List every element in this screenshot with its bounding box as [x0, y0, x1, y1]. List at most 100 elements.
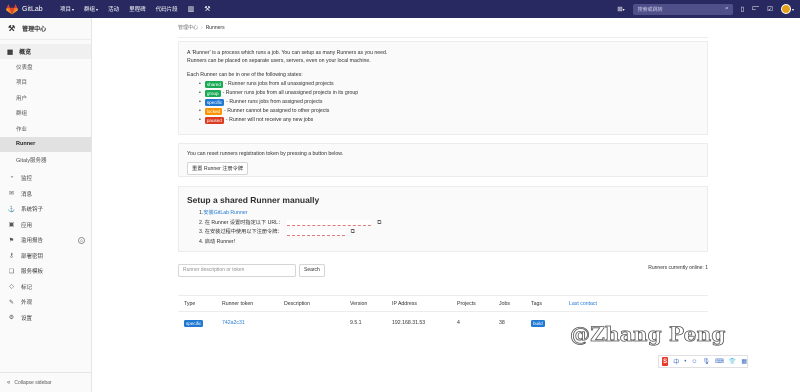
sidebar-item-applications[interactable]: ▣ 应用 [0, 217, 91, 233]
sidebar-item-gitaly[interactable]: Gitaly服务器 [0, 152, 91, 168]
sidebar-item-label: 监控 [21, 176, 33, 183]
sidebar-item-projects[interactable]: 项目 [0, 75, 91, 91]
sidebar-item-dashboard[interactable]: 仪表盘 [0, 59, 91, 75]
sogou-logo-icon[interactable]: S [662, 357, 669, 366]
chinese-mode-icon[interactable]: 中 [673, 357, 679, 366]
nav-snippets[interactable]: 代码片段 [156, 5, 178, 13]
global-search-input[interactable]: 搜索或跳转 ⌕ [632, 3, 733, 15]
nav-groups[interactable]: 群组 ▾ [84, 5, 99, 14]
sidebar-item-messages[interactable]: ✉ 消息 [0, 186, 91, 202]
todo-icon[interactable]: ☑ [767, 5, 773, 13]
sidebar-item-abuse-reports[interactable]: ⚑ 滥用报告 0 [0, 233, 91, 249]
header-version: Version [350, 300, 368, 307]
state-specific: specific- Runner runs jobs from assigned… [199, 98, 699, 107]
merge-request-icon[interactable]: ⫍ [752, 5, 759, 13]
type-badge: specific [184, 319, 204, 327]
state-description: - Runner runs jobs from assigned project… [226, 99, 323, 105]
step-text: 4. 启动 Runner! [199, 238, 236, 245]
nav-projects-label: 项目 [60, 7, 72, 13]
sidebar-context-title: 管理中心 [22, 27, 47, 33]
breadcrumb: 管理中心 › Runners [178, 18, 708, 38]
sidebar-item-settings[interactable]: ⚙ 设置 [0, 310, 91, 326]
sidebar-item-labels[interactable]: ◇ 标记 [0, 279, 91, 295]
mic-icon[interactable]: 🎙 [703, 358, 711, 365]
keyboard-icon[interactable]: ⌨ [715, 358, 724, 365]
sidebar-item-overview[interactable]: ▦ 概览 [0, 44, 91, 59]
breadcrumb-parent[interactable]: 管理中心 [178, 24, 198, 31]
sidebar-item-runners[interactable]: Runner [0, 136, 91, 152]
runners-online-count: Runners currently online: 1 [648, 265, 708, 271]
sidebar-item-label: 标记 [21, 284, 33, 291]
breadcrumb-current[interactable]: Runners [206, 25, 225, 31]
copy-icon[interactable]: ⧉ [351, 228, 355, 238]
nav-activity[interactable]: 活动 [108, 5, 119, 13]
state-tag: shared [204, 81, 223, 88]
collapse-sidebar-button[interactable]: « Collapse sidebar [0, 372, 92, 392]
install-runner-link[interactable]: 安装GitLab Runner [203, 209, 247, 219]
sidebar-item-label: 服务模板 [21, 269, 44, 276]
sidebar-context-header[interactable]: ⚒ 管理中心 [0, 18, 91, 40]
user-menu[interactable]: ▾ [780, 4, 794, 14]
chevron-down-icon: ▾ [96, 6, 99, 12]
reset-token-text: You can reset runners registration token… [187, 151, 344, 157]
setup-step-3: 3. 在安装过程中使用以下注册令牌： ⧉ [199, 228, 699, 238]
state-locked: locked- Runner cannot be assigned to oth… [199, 107, 699, 116]
reset-token-button[interactable]: 重置 Runner 注册令牌 [187, 162, 249, 175]
nav-milestones[interactable]: 里程碑 [129, 5, 146, 13]
sidebar-item-jobs[interactable]: 作业 [0, 121, 91, 137]
collapse-sidebar-label: Collapse sidebar [14, 379, 52, 386]
wrench-icon[interactable]: ⚒ [204, 5, 210, 13]
messages-icon: ✉ [8, 191, 15, 198]
header-token: Runner token [222, 300, 254, 307]
registration-token-field [286, 229, 345, 236]
count-badge: 0 [78, 236, 85, 244]
chart-icon[interactable]: ▥ [188, 5, 195, 13]
brand-name: GitLab [22, 5, 43, 13]
punctuation-icon[interactable]: • [684, 359, 686, 365]
state-description: - Runner runs jobs from all unassigned p… [224, 81, 334, 87]
issues-icon[interactable]: ▯ [741, 5, 745, 13]
sidebar-item-hooks[interactable]: ⚓ 系统钩子 [0, 202, 91, 218]
header-type: Type [184, 300, 196, 307]
search-placeholder: Runner description or token [183, 267, 245, 273]
sidebar-item-service-templates[interactable]: ❏ 服务模板 [0, 264, 91, 280]
shirt-icon[interactable]: 👕 [729, 358, 736, 365]
appearance-icon: ✎ [8, 299, 15, 306]
sidebar-item-groups[interactable]: 群组 [0, 106, 91, 122]
sidebar: ⚒ 管理中心 ▦ 概览 仪表盘 项目 用户 群组 作业 Runner Gital… [0, 18, 92, 392]
key-icon: ⚷ [9, 253, 14, 260]
sidebar-item-label: 概览 [19, 50, 32, 56]
step-text: 3. 在安装过程中使用以下注册令牌： [199, 229, 283, 235]
copy-icon[interactable]: ⧉ [377, 219, 381, 229]
brand[interactable]: GitLab [0, 3, 60, 15]
search-button[interactable]: Search [299, 263, 325, 277]
grid-icon[interactable]: ▦ [741, 358, 747, 365]
sidebar-item-appearance[interactable]: ✎ 外观 [0, 295, 91, 311]
plus-icon[interactable]: ⊞ ▾ [617, 5, 624, 13]
nav-groups-label: 群组 [84, 7, 96, 13]
cell-projects: 4 [457, 320, 460, 326]
nav-projects[interactable]: 项目 ▾ [60, 5, 74, 14]
sidebar-item-label: 滥用报告 [21, 238, 44, 245]
runner-info-box: A 'Runner' is a process which runs a job… [178, 41, 708, 135]
ime-toolbar: S 中 • ☺ 🎙 ⌨ 👕 ▦ [658, 355, 748, 368]
sidebar-item-monitoring[interactable]: ◔ 监控 [0, 171, 91, 187]
states-intro: Each Runner can be in one of the followi… [187, 72, 303, 78]
runner-token-link[interactable]: 742a2c31 [222, 320, 284, 326]
hook-icon: ⚓ [7, 206, 16, 213]
setup-title: Setup a shared Runner manually [187, 195, 320, 205]
sidebar-item-users[interactable]: 用户 [0, 90, 91, 106]
cell-version: 9.5.1 [350, 320, 362, 326]
grid-icon: ▦ [7, 48, 14, 56]
emoji-icon[interactable]: ☺ [691, 359, 697, 365]
sidebar-item-label: 系统钩子 [21, 207, 44, 214]
template-icon: ❏ [8, 268, 15, 275]
watermark: @Zhang Peng [570, 322, 726, 347]
reset-token-box: You can reset runners registration token… [178, 143, 708, 177]
header-tags: Tags [531, 300, 542, 307]
double-chevron-left-icon: « [7, 379, 11, 386]
header-last-contact[interactable]: Last contact [569, 301, 629, 307]
sidebar-overview-group: ▦ 概览 仪表盘 项目 用户 群组 作业 Runner Gitaly服务器 [0, 40, 91, 168]
sidebar-item-deploy-keys[interactable]: ⚷ 部署密钥 [0, 248, 91, 264]
runner-search-input[interactable]: Runner description or token [178, 263, 296, 277]
